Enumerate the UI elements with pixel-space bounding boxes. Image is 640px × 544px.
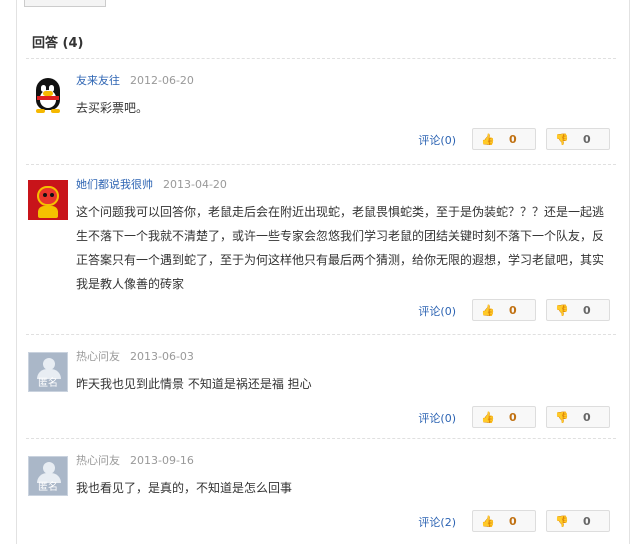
answer-content: 我也看见了，是真的，不知道是怎么回事 bbox=[76, 481, 293, 495]
answer-actions: 评论(0) 👍 0 👎 0 bbox=[390, 406, 610, 428]
thumbs-down-icon: 👎 bbox=[555, 411, 569, 424]
answer-date: 2013-04-20 bbox=[163, 178, 227, 191]
author-line: 她们都说我很帅 2013-04-20 bbox=[76, 176, 227, 192]
comment-link[interactable]: 评论(0) bbox=[418, 132, 456, 148]
answer-date: 2013-09-16 bbox=[130, 454, 194, 467]
avatar-label: 匿名 bbox=[38, 482, 58, 493]
anonymous-avatar[interactable]: 匿名 bbox=[28, 352, 68, 392]
comment-link[interactable]: 评论(2) bbox=[418, 514, 456, 530]
upvote-button[interactable]: 👍 0 bbox=[472, 299, 536, 321]
answer-actions: 评论(2) 👍 0 👎 0 bbox=[390, 510, 610, 532]
downvote-button[interactable]: 👎 0 bbox=[546, 406, 610, 428]
answer-content: 昨天我也见到此情景 不知道是祸还是福 担心 bbox=[76, 377, 312, 391]
upvote-button[interactable]: 👍 0 bbox=[472, 406, 536, 428]
author-line: 友来友往 2012-06-20 bbox=[76, 72, 194, 88]
upvote-button[interactable]: 👍 0 bbox=[472, 510, 536, 532]
divider bbox=[26, 164, 616, 165]
thumbs-up-icon: 👍 bbox=[481, 411, 495, 424]
author-name[interactable]: 她们都说我很帅 bbox=[76, 178, 153, 191]
answer-item: 她们都说我很帅 2013-04-20 这个问题我可以回答你，老鼠走后会在附近出现蛇… bbox=[26, 174, 616, 324]
red-lucky-avatar[interactable] bbox=[28, 180, 68, 220]
author-name: 热心问友 bbox=[76, 350, 120, 363]
answer-date: 2012-06-20 bbox=[130, 74, 194, 87]
thumbs-down-icon: 👎 bbox=[555, 515, 569, 528]
comment-link[interactable]: 评论(0) bbox=[418, 303, 456, 319]
author-line: 热心问友 2013-09-16 bbox=[76, 452, 194, 468]
downvote-button[interactable]: 👎 0 bbox=[546, 299, 610, 321]
answer-actions: 评论(0) 👍 0 👎 0 bbox=[390, 299, 610, 321]
author-name[interactable]: 友来友往 bbox=[76, 74, 120, 87]
answer-item: 友来友往 2012-06-20 去买彩票吧。 评论(0) 👍 0 👎 0 bbox=[26, 70, 616, 160]
author-name: 热心问友 bbox=[76, 454, 120, 467]
downvote-button[interactable]: 👎 0 bbox=[546, 128, 610, 150]
top-tab-stub bbox=[24, 0, 106, 7]
answer-item: 匿名 热心问友 2013-06-03 昨天我也见到此情景 不知道是祸还是福 担心 … bbox=[26, 346, 616, 436]
downvote-button[interactable]: 👎 0 bbox=[546, 510, 610, 532]
qq-penguin-avatar[interactable] bbox=[28, 76, 68, 116]
avatar-label: 匿名 bbox=[38, 378, 58, 389]
answer-item: 匿名 热心问友 2013-09-16 我也看见了，是真的，不知道是怎么回事 评论(… bbox=[26, 450, 616, 540]
comment-link[interactable]: 评论(0) bbox=[418, 410, 456, 426]
thumbs-up-icon: 👍 bbox=[481, 304, 495, 317]
answer-content: 这个问题我可以回答你，老鼠走后会在附近出现蛇，老鼠畏惧蛇类，至于是伪装蛇？？？还… bbox=[76, 205, 605, 291]
answer-actions: 评论(0) 👍 0 👎 0 bbox=[390, 128, 610, 150]
thumbs-up-icon: 👍 bbox=[481, 515, 495, 528]
divider bbox=[26, 438, 616, 439]
thumbs-down-icon: 👎 bbox=[555, 304, 569, 317]
answer-content: 去买彩票吧。 bbox=[76, 101, 149, 115]
thumbs-down-icon: 👎 bbox=[555, 133, 569, 146]
divider bbox=[26, 334, 616, 335]
answers-title: 回答 (4) bbox=[32, 36, 84, 51]
author-line: 热心问友 2013-06-03 bbox=[76, 348, 194, 364]
upvote-button[interactable]: 👍 0 bbox=[472, 128, 536, 150]
answer-date: 2013-06-03 bbox=[130, 350, 194, 363]
thumbs-up-icon: 👍 bbox=[481, 133, 495, 146]
divider bbox=[26, 58, 616, 59]
anonymous-avatar[interactable]: 匿名 bbox=[28, 456, 68, 496]
